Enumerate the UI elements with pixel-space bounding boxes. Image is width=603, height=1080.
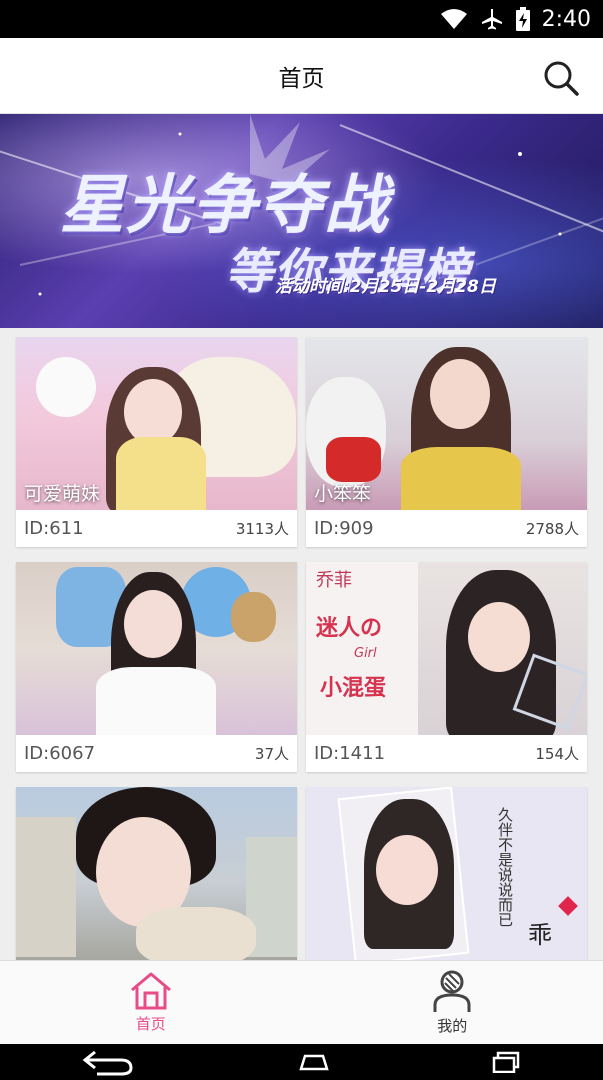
thumb-text: Girl	[354, 646, 377, 661]
thumb-text: 乔菲	[316, 570, 352, 591]
status-time: 2:40	[541, 6, 591, 32]
room-meta: ID:611 3113人	[16, 510, 297, 547]
viewer-count: 37人	[254, 745, 289, 763]
promo-banner[interactable]: 星光争夺战 等你来揭榜 活动时间:2月25日-2月28日	[0, 114, 603, 328]
room-card[interactable]: ID:6067 37人	[16, 562, 297, 772]
room-thumbnail	[16, 787, 297, 960]
room-id: ID:1411	[314, 743, 386, 764]
room-meta: ID:6067 37人	[16, 735, 297, 772]
room-card[interactable]: 可爱萌妹 ID:611 3113人	[16, 337, 297, 547]
room-card[interactable]	[16, 787, 297, 960]
room-thumbnail: 久伴不是说说而已 乖	[306, 787, 587, 960]
viewer-count: 2788人	[525, 520, 579, 538]
nav-home[interactable]: 首页	[0, 961, 302, 1044]
viewer-count: 154人	[535, 745, 579, 763]
search-icon	[544, 61, 579, 96]
search-button[interactable]	[541, 58, 581, 98]
nav-home-label: 首页	[135, 1015, 166, 1033]
room-thumbnail	[16, 562, 297, 735]
room-name: 小笨笨	[314, 483, 372, 505]
room-meta: ID:909 2788人	[306, 510, 587, 547]
room-grid: 可爱萌妹 ID:611 3113人 小笨笨 ID:909 2788人 ID:60…	[0, 328, 603, 960]
room-thumbnail: 可爱萌妹	[16, 337, 297, 510]
room-card[interactable]: 久伴不是说说而已 乖	[306, 787, 587, 960]
room-id: ID:6067	[24, 743, 96, 764]
page-title: 首页	[278, 66, 325, 92]
profile-icon	[433, 970, 471, 1012]
nav-profile-label: 我的	[437, 1017, 468, 1035]
bottom-nav: 首页 我的	[0, 960, 603, 1044]
room-card[interactable]: 乔菲 迷人の Girl 小混蛋 ID:1411 154人	[306, 562, 587, 772]
thumb-text: 久伴不是说说而已	[496, 807, 514, 927]
airplane-mode-icon	[481, 9, 502, 30]
back-icon[interactable]	[81, 1048, 137, 1076]
system-nav-bar	[0, 1044, 603, 1080]
status-bar: 2:40	[0, 0, 603, 38]
thumb-text: 乖	[528, 921, 552, 949]
home-button-icon[interactable]	[299, 1053, 330, 1071]
thumb-text: 迷人の	[316, 616, 383, 641]
app-bar: 首页	[0, 38, 603, 114]
recents-icon[interactable]	[492, 1051, 522, 1073]
room-id: ID:909	[314, 518, 374, 539]
room-thumbnail: 小笨笨	[306, 337, 587, 510]
room-thumbnail: 乔菲 迷人の Girl 小混蛋	[306, 562, 587, 735]
room-name: 可爱萌妹	[24, 483, 101, 505]
room-card[interactable]: 小笨笨 ID:909 2788人	[306, 337, 587, 547]
nav-profile[interactable]: 我的	[302, 961, 603, 1044]
viewer-count: 3113人	[235, 520, 289, 538]
wifi-icon	[440, 9, 467, 29]
banner-date: 活动时间:2月25日-2月28日	[275, 277, 496, 297]
home-icon	[130, 972, 171, 1010]
thumb-text: 小混蛋	[320, 676, 387, 701]
room-id: ID:611	[24, 518, 84, 539]
battery-charging-icon	[515, 7, 530, 31]
room-meta: ID:1411 154人	[306, 735, 587, 772]
